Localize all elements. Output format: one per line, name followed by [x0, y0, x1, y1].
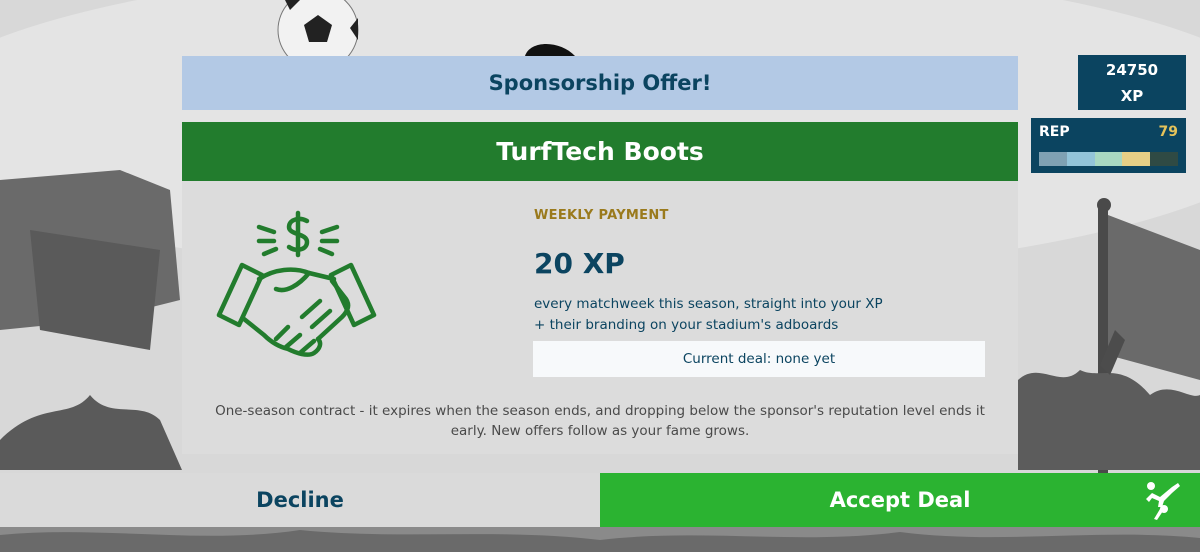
payment-description: every matchweek this season, straight in…	[534, 294, 883, 336]
offer-header-title: Sponsorship Offer!	[488, 71, 712, 95]
sponsor-name-bar: TurfTech Boots	[182, 122, 1018, 181]
reputation-bar-segment	[1066, 152, 1095, 166]
payment-description-line-1: every matchweek this season, straight in…	[534, 296, 883, 312]
payment-amount: 20 XP	[534, 247, 625, 280]
handshake-money-icon	[216, 210, 377, 357]
decline-button[interactable]: Decline	[0, 473, 600, 527]
sponsor-name: TurfTech Boots	[496, 137, 704, 166]
payment-label: WEEKLY PAYMENT	[534, 208, 669, 223]
accept-deal-button-label: Accept Deal	[829, 488, 971, 512]
xp-value: 24750	[1105, 61, 1159, 79]
reputation-bar-segment	[1039, 152, 1067, 166]
reputation-bar	[1039, 152, 1178, 166]
reputation-bar-segment	[1094, 152, 1123, 166]
accept-deal-button[interactable]: Accept Deal	[600, 473, 1200, 527]
current-deal-text: Current deal: none yet	[682, 351, 836, 367]
contract-note: One-season contract - it expires when th…	[202, 401, 998, 441]
offer-header: Sponsorship Offer!	[182, 56, 1018, 110]
xp-counter: 24750 XP	[1078, 55, 1186, 110]
reputation-bar-segment	[1122, 152, 1151, 166]
bicycle-kick-icon	[1146, 482, 1180, 520]
decline-button-label: Decline	[256, 488, 344, 512]
reputation-panel: REP 79	[1031, 118, 1186, 173]
rep-value: 79	[1158, 124, 1178, 140]
payment-description-line-2: + their branding on your stadium's adboa…	[534, 317, 839, 333]
contract-note-line-2: early. New offers follow as your fame gr…	[450, 423, 750, 439]
offer-details: WEEKLY PAYMENT 20 XP every matchweek thi…	[182, 181, 1018, 454]
current-deal-status: Current deal: none yet	[533, 341, 985, 377]
rep-label: REP	[1039, 124, 1070, 140]
contract-note-line-1: One-season contract - it expires when th…	[215, 403, 985, 419]
reputation-bar-segment	[1150, 152, 1178, 166]
xp-label: XP	[1120, 87, 1144, 105]
